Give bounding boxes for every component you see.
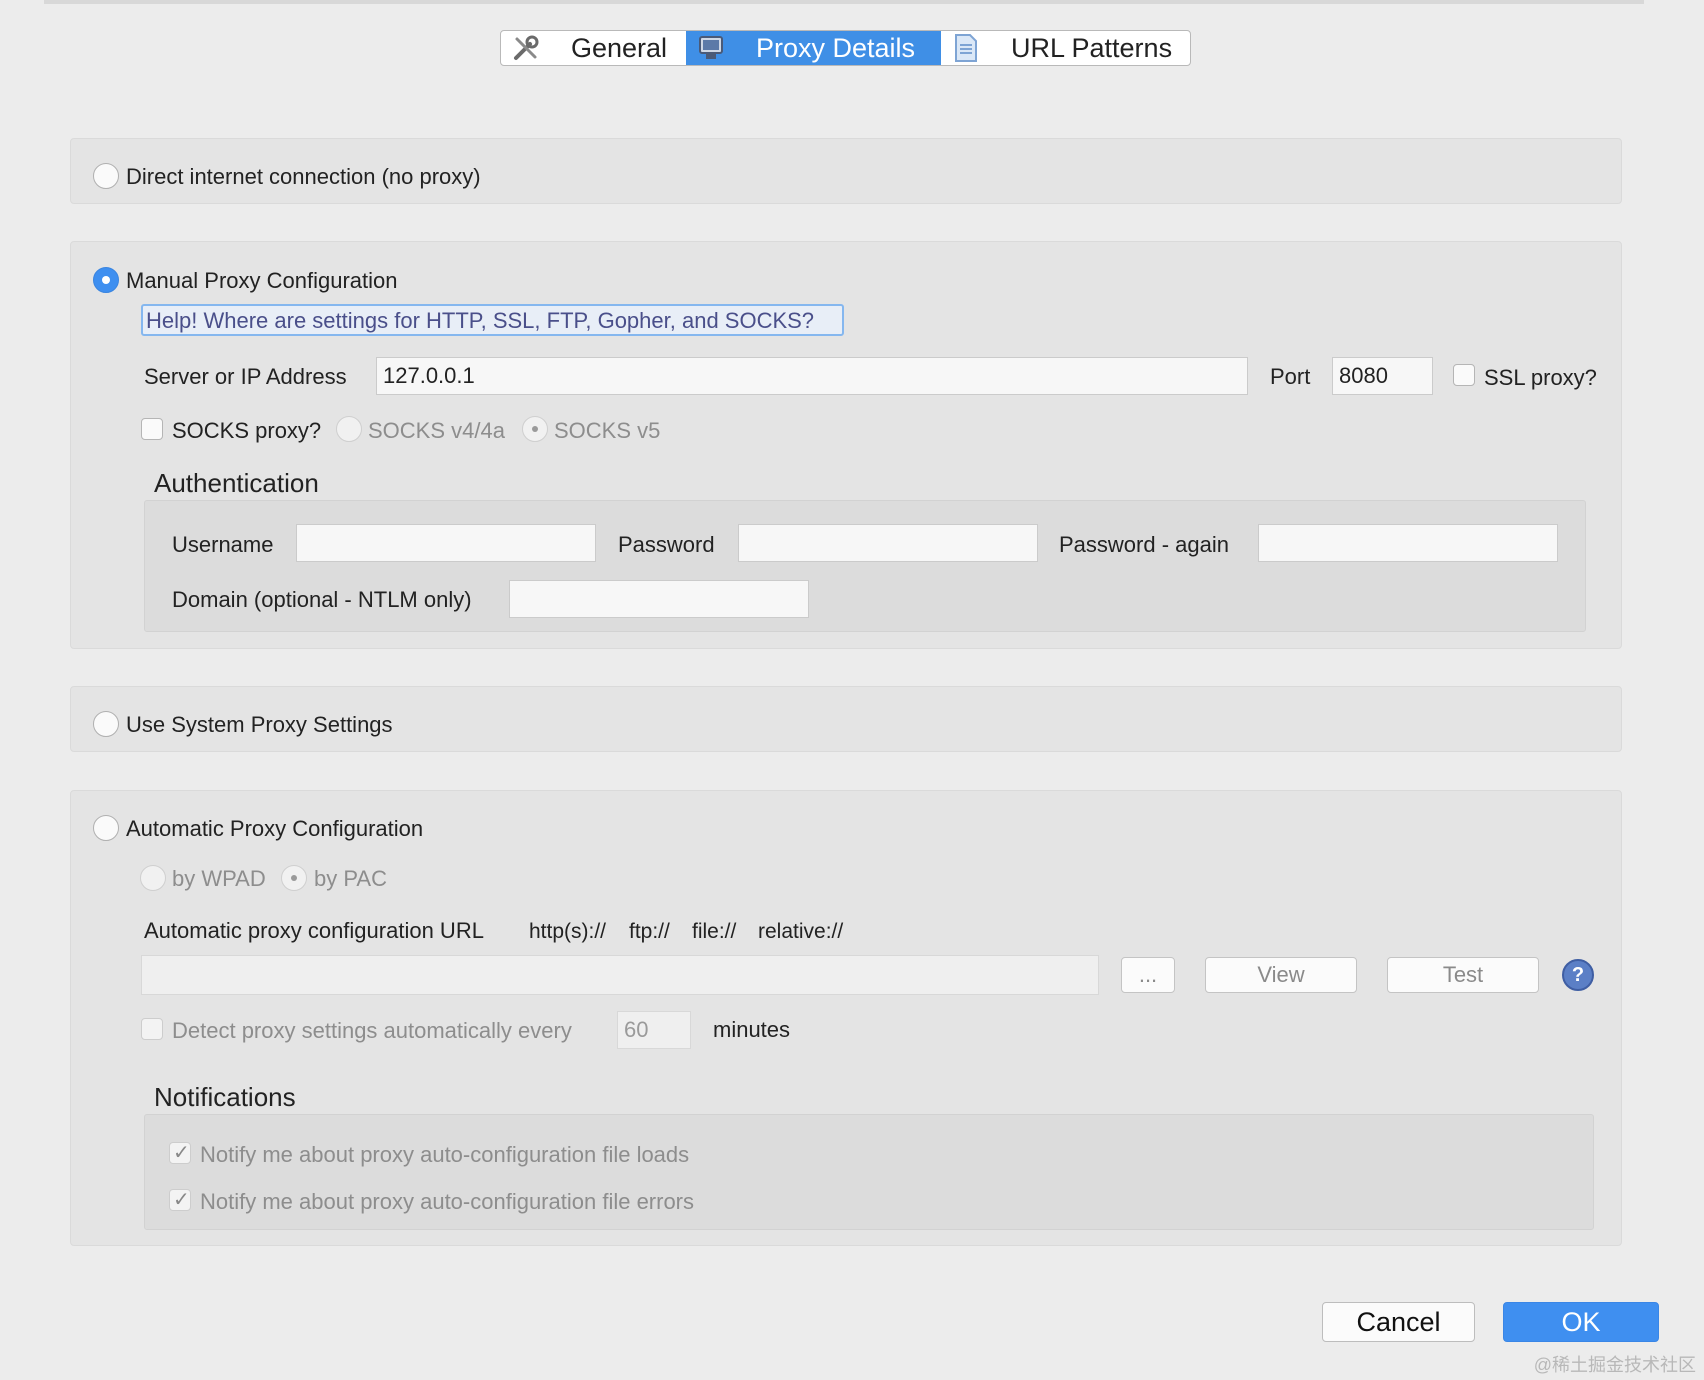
scheme-relative: relative://: [758, 920, 844, 943]
scheme-http: http(s)://: [529, 920, 607, 943]
system-proxy-radio[interactable]: [93, 711, 119, 737]
socks-v5-label: SOCKS v5: [554, 418, 661, 443]
port-label: Port: [1270, 364, 1311, 389]
password-input[interactable]: [738, 524, 1038, 562]
tools-icon: [511, 33, 541, 63]
checkmark-icon: ✓: [173, 1142, 190, 1164]
system-proxy-label: Use System Proxy Settings: [126, 712, 393, 737]
notify-loads-checkbox[interactable]: ✓: [169, 1142, 191, 1164]
automatic-proxy-label: Automatic Proxy Configuration: [126, 816, 424, 841]
manual-proxy-radio[interactable]: [93, 267, 119, 293]
tab-url-patterns-label: URL Patterns: [1011, 32, 1173, 63]
notify-loads-label: Notify me about proxy auto-configuration…: [200, 1142, 690, 1167]
socks-proxy-label: SOCKS proxy?: [172, 418, 322, 443]
by-pac-label: by PAC: [314, 866, 387, 891]
tab-url-patterns[interactable]: URL Patterns: [941, 31, 1190, 65]
watermark-text: @稀土掘金技术社区: [1533, 1355, 1696, 1375]
ssl-proxy-checkbox[interactable]: [1453, 364, 1475, 386]
tab-general[interactable]: General: [501, 31, 686, 65]
password-again-label: Password - again: [1059, 532, 1229, 557]
direct-connection-radio[interactable]: [93, 163, 119, 189]
scheme-ftp: ftp://: [629, 920, 670, 943]
direct-connection-label: Direct internet connection (no proxy): [126, 164, 481, 189]
automatic-proxy-radio[interactable]: [93, 815, 119, 841]
ssl-proxy-label: SSL proxy?: [1484, 365, 1597, 390]
tab-proxy-details[interactable]: Proxy Details: [686, 31, 941, 65]
by-pac-radio[interactable]: [281, 865, 307, 891]
network-icon: [696, 33, 726, 63]
socks-v4-radio[interactable]: [336, 416, 362, 442]
by-wpad-label: by WPAD: [172, 866, 266, 891]
tab-general-label: General: [571, 32, 668, 63]
browse-button[interactable]: ...: [1121, 957, 1175, 993]
manual-proxy-label: Manual Proxy Configuration: [126, 268, 398, 293]
username-input[interactable]: [296, 524, 596, 562]
password-again-input[interactable]: [1258, 524, 1558, 562]
help-icon[interactable]: ?: [1562, 959, 1594, 991]
by-wpad-radio[interactable]: [140, 865, 166, 891]
port-input[interactable]: [1332, 357, 1433, 395]
authentication-heading: Authentication: [154, 468, 319, 498]
ok-button[interactable]: OK: [1503, 1302, 1659, 1342]
socks-v5-radio[interactable]: [522, 416, 548, 442]
test-button[interactable]: Test: [1387, 957, 1539, 993]
tab-bar: General Proxy Details URL Patterns: [500, 30, 1191, 66]
username-label: Username: [172, 532, 274, 557]
document-icon: [951, 33, 981, 63]
domain-label: Domain (optional - NTLM only): [172, 587, 472, 612]
detect-unit-label: minutes: [713, 1017, 791, 1042]
notify-errors-checkbox[interactable]: ✓: [169, 1189, 191, 1211]
notify-errors-label: Notify me about proxy auto-configuration…: [200, 1189, 695, 1214]
domain-input[interactable]: [509, 580, 809, 618]
password-label: Password: [618, 532, 715, 557]
view-button[interactable]: View: [1205, 957, 1357, 993]
tab-proxy-details-label: Proxy Details: [756, 32, 916, 63]
detect-checkbox[interactable]: [141, 1018, 163, 1040]
proxy-help-link[interactable]: Help! Where are settings for HTTP, SSL, …: [141, 304, 844, 336]
checkmark-icon: ✓: [173, 1189, 190, 1211]
pac-url-input[interactable]: [141, 955, 1099, 995]
server-input[interactable]: [376, 357, 1248, 395]
notifications-heading: Notifications: [154, 1082, 296, 1112]
detect-interval-input[interactable]: [617, 1011, 691, 1049]
socks-v4-label: SOCKS v4/4a: [368, 418, 505, 443]
detect-label: Detect proxy settings automatically ever…: [172, 1018, 572, 1043]
cancel-button[interactable]: Cancel: [1322, 1302, 1475, 1342]
window-top-edge: [44, 0, 1644, 4]
server-label: Server or IP Address: [144, 364, 347, 389]
socks-proxy-checkbox[interactable]: [141, 418, 163, 440]
scheme-file: file://: [692, 920, 737, 943]
pac-url-label: Automatic proxy configuration URL: [144, 918, 484, 943]
